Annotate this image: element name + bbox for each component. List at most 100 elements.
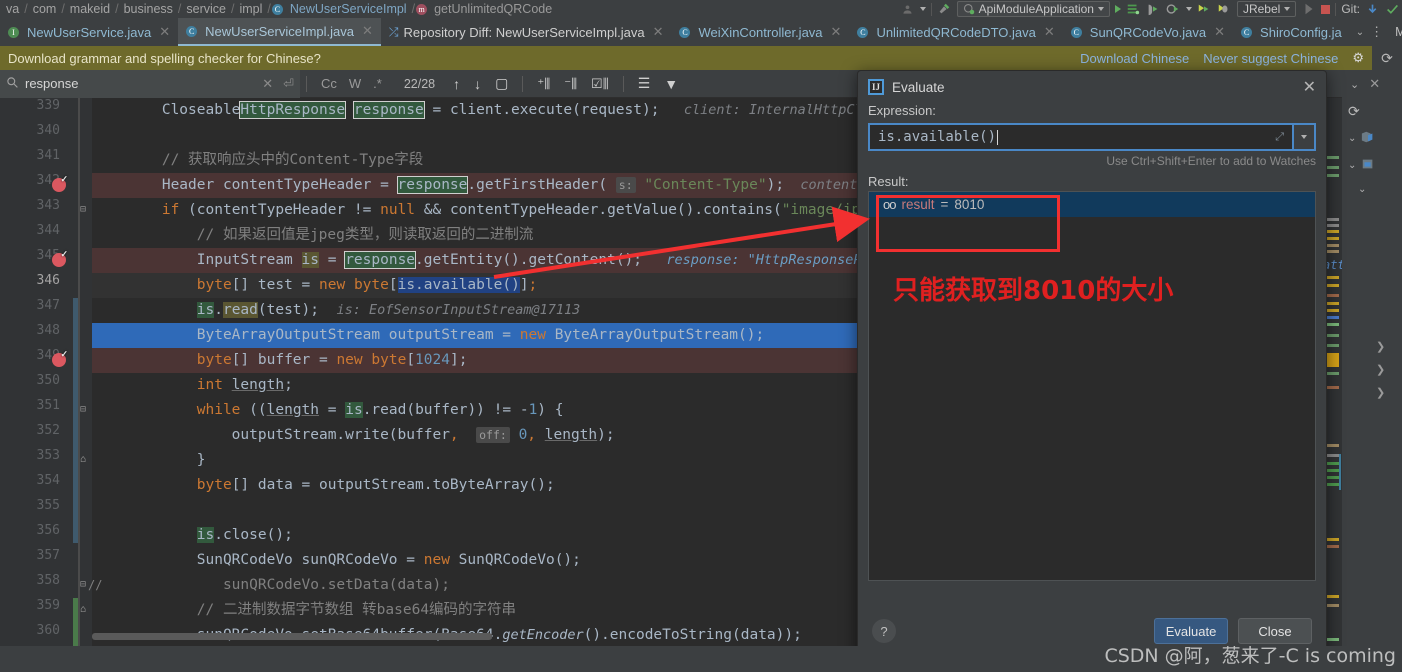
chevron-right-icon[interactable]: ❯ [1376,387,1385,399]
breadcrumb-item-5[interactable]: impl [235,2,266,16]
maven-tool-window[interactable]: ⟳ ⌄ ⌄ ⌄ ❯ ❯ ❯ [1342,98,1402,646]
run-configuration-selector[interactable]: ApiModuleApplication [956,1,1110,17]
maven-tool-window-label[interactable]: Mave [1389,25,1402,39]
history-icon[interactable]: ⏎ [283,76,294,92]
close-icon[interactable]: ✕ [831,24,842,40]
fold-end-icon[interactable]: ⌂ [80,605,86,615]
match-case-toggle[interactable]: Cc [321,76,337,91]
chevron-down-icon[interactable]: ⌄ [1348,160,1356,171]
breadcrumb-item-0[interactable]: va [2,2,23,16]
filter-results-icon[interactable]: ☰ [638,75,651,92]
update-project-icon[interactable] [1365,2,1380,17]
gear-icon[interactable]: ⚙ [1352,50,1364,66]
evaluate-dialog[interactable]: IJ Evaluate ✕ Expression: is.available()… [857,70,1327,660]
help-button[interactable]: ? [872,619,896,643]
remove-selection-icon[interactable]: ⁻⫼ [564,76,577,92]
chevron-right-icon[interactable]: ❯ [1376,364,1385,376]
chevron-down-icon[interactable] [1185,7,1192,11]
refresh-icon[interactable]: ⟳ [1348,103,1360,120]
tab-unlimited-qrcode-dto[interactable]: C UnlimitedQRCodeDTO.java ✕ [849,18,1062,46]
whole-words-toggle[interactable]: W [349,76,361,91]
chevron-right-icon[interactable]: ❯ [1376,341,1385,353]
expand-icon[interactable]: ⤢ [1275,130,1284,144]
maven-tree-row[interactable]: ⌄ [1342,125,1402,152]
regex-toggle[interactable]: .* [373,76,382,91]
maven-expand-row-3[interactable]: ❯ [1376,384,1385,399]
expression-row: is.available() ⤢ [868,123,1316,151]
chevron-down-icon[interactable]: ⌄ [1348,133,1356,144]
fold-icon[interactable]: ⊟ [80,405,86,415]
close-icon[interactable]: ✕ [159,24,170,40]
hammer-icon[interactable] [937,2,952,17]
maven-module-row[interactable]: ⌄ [1342,152,1402,179]
add-selection-icon[interactable]: ⁺⫼ [537,76,550,92]
attach-profiler-icon[interactable] [1197,2,1212,17]
close-icon[interactable]: ✕ [362,23,373,39]
chevron-down-icon[interactable]: ⌄ [1356,27,1364,38]
breadcrumb-item-1[interactable]: com [29,2,61,16]
commit-icon[interactable] [1385,2,1400,17]
filter-icon[interactable]: ▼ [664,76,678,92]
tab-new-user-service-impl[interactable]: C NewUserServiceImpl.java ✕ [178,18,381,46]
marker [1325,276,1339,279]
close-find-icon[interactable]: ✕ [1369,76,1380,92]
breadcrumb-item-7[interactable]: getUnlimitedQRCode [430,2,556,16]
refresh-icon[interactable]: ⟳ [1381,50,1393,67]
stop-icon[interactable] [1321,4,1331,14]
close-icon[interactable]: ✕ [1303,77,1316,97]
breakpoint-icon[interactable] [52,349,68,367]
maven-refresh-row[interactable]: ⟳ [1342,98,1402,125]
fold-icon[interactable]: ⊟ [80,580,86,590]
fold-icon[interactable]: ⊟ [80,205,86,215]
result-row[interactable]: oo result = 8010 [869,192,1315,217]
select-all-lines-icon[interactable]: ☑⫼ [591,76,609,92]
fold-end-icon[interactable]: ⌂ [80,455,86,465]
run-with-coverage-icon[interactable] [1166,2,1181,17]
close-icon[interactable]: ✕ [1044,24,1055,40]
download-chinese-link[interactable]: Download Chinese [1080,51,1189,66]
profile-icon[interactable] [900,2,915,17]
result-tree[interactable]: oo result = 8010 只能获取到8010的大小 [868,191,1316,581]
clear-icon[interactable]: ✕ [262,76,273,92]
changed-lines-marker [73,598,78,646]
jrebel-selector[interactable]: JRebel [1236,1,1297,17]
breakpoint-icon[interactable] [52,249,68,267]
breadcrumb-item-2[interactable]: makeid [66,2,114,16]
never-suggest-chinese-link[interactable]: Never suggest Chinese [1203,51,1338,66]
breakpoint-icon[interactable] [52,174,68,192]
run-icon[interactable] [1114,5,1121,13]
search-input[interactable]: response ✕ ⏎ [0,69,300,98]
breadcrumb-item-3[interactable]: business [120,2,177,16]
line-number: 357 [36,548,60,563]
prev-match-icon[interactable]: ↑ [453,76,460,92]
line-number: 350 [36,373,60,388]
next-match-icon[interactable]: ↓ [474,76,481,92]
breadcrumb-item-4[interactable]: service [182,2,230,16]
tab-new-user-service[interactable]: I NewUserService.java ✕ [0,18,178,46]
maven-expand-row-2[interactable]: ❯ [1376,361,1385,376]
maven-expand-row-1[interactable]: ❯ [1376,338,1385,353]
close-icon[interactable]: ✕ [1214,24,1225,40]
debug-icon[interactable] [1146,2,1161,17]
select-all-occurrences-icon[interactable]: ▢ [495,75,508,92]
search-navigation: ↑ ↓ ▢ ⁺⫼ ⁻⫼ ☑⫼ ☰ ▼ [449,75,678,92]
tab-repository-diff[interactable]: ⤮ Repository Diff: NewUserServiceImpl.ja… [381,18,672,46]
tab-shiro-config[interactable]: C ShiroConfig.ja [1233,18,1350,46]
chevron-down-icon[interactable] [919,7,926,11]
collapse-icon[interactable]: ⌄ [1350,78,1359,91]
expression-history-dropdown[interactable] [1292,123,1316,151]
maven-submodule-row[interactable]: ⌄ [1342,179,1402,200]
tab-weixin-controller[interactable]: C WeiXinController.java ✕ [671,18,849,46]
chevron-down-icon[interactable]: ⌄ [1358,184,1366,195]
attach-debug-icon[interactable] [1217,2,1232,17]
close-icon[interactable]: ✕ [653,24,664,40]
horizontal-scrollbar[interactable] [92,633,492,640]
fold-column[interactable] [78,98,92,646]
tab-sun-qrcode-vo[interactable]: C SunQRCodeVo.java ✕ [1063,18,1233,46]
jrebel-run-icon[interactable] [1301,2,1316,17]
more-options-icon[interactable]: ⋮ [1370,24,1383,40]
breadcrumb-item-6[interactable]: NewUserServiceImpl [286,2,411,16]
build-icon[interactable] [1126,2,1141,17]
marker [1325,230,1339,233]
expression-input[interactable]: is.available() ⤢ [868,123,1292,151]
